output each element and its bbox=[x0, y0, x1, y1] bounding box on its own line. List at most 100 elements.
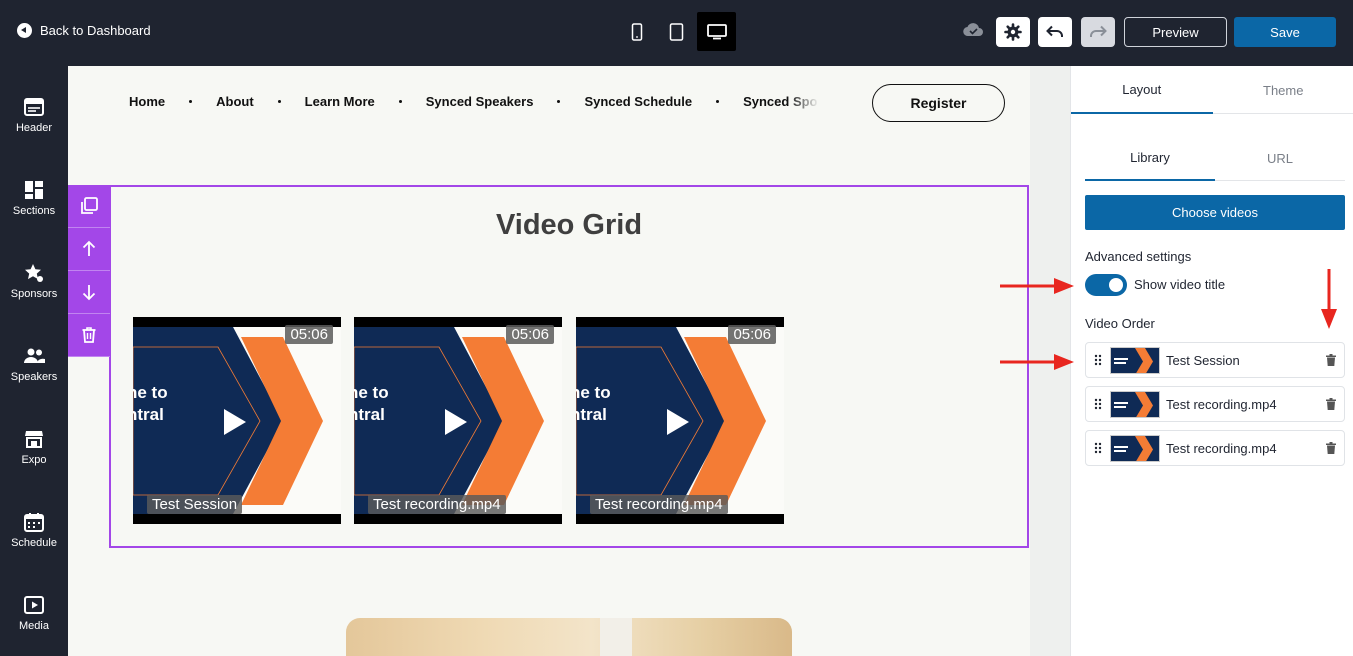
redo-icon bbox=[1090, 25, 1107, 37]
sidebar-label: Schedule bbox=[11, 537, 57, 549]
mobile-icon bbox=[631, 22, 642, 41]
video-title: Test recording.mp4 bbox=[368, 495, 506, 514]
register-button[interactable]: Register bbox=[872, 84, 1005, 122]
settings-panel: Layout Theme Library URL Choose videos A… bbox=[1070, 66, 1353, 656]
undo-button[interactable] bbox=[1038, 17, 1072, 47]
schedule-icon bbox=[24, 513, 44, 532]
arrow-up-icon bbox=[82, 240, 96, 256]
annotation-arrow-right bbox=[1000, 278, 1074, 294]
save-button[interactable]: Save bbox=[1234, 17, 1336, 47]
nav-synced-speakers[interactable]: Synced Speakers bbox=[426, 94, 534, 109]
sidebar-item-sponsors[interactable]: Sponsors bbox=[0, 262, 68, 300]
video-duration: 05:06 bbox=[728, 325, 776, 344]
nav-separator bbox=[557, 100, 561, 103]
drag-handle-icon[interactable] bbox=[1086, 442, 1110, 454]
sidebar-item-expo[interactable]: Expo bbox=[0, 428, 68, 466]
undo-icon bbox=[1046, 25, 1063, 37]
sidebar-item-header[interactable]: Header bbox=[0, 96, 68, 134]
back-label: Back to Dashboard bbox=[40, 23, 151, 38]
cloud-saved-icon bbox=[963, 23, 983, 37]
nav-separator bbox=[398, 100, 402, 103]
nav-synced-schedule[interactable]: Synced Schedule bbox=[584, 94, 692, 109]
block-toolbar bbox=[68, 185, 110, 357]
video-duration: 05:06 bbox=[506, 325, 554, 344]
tab-layout[interactable]: Layout bbox=[1071, 66, 1213, 114]
trash-icon bbox=[1326, 398, 1336, 410]
tab-theme[interactable]: Theme bbox=[1213, 66, 1353, 114]
page-preview: Home About Learn More Synced Speakers Sy… bbox=[68, 66, 1030, 656]
move-down-button[interactable] bbox=[68, 271, 110, 314]
back-to-dashboard-link[interactable]: Back to Dashboard bbox=[17, 23, 151, 38]
preview-button[interactable]: Preview bbox=[1124, 17, 1227, 47]
video-thumbnail bbox=[1110, 346, 1160, 374]
remove-video-button[interactable] bbox=[1318, 354, 1344, 366]
annotation-arrow-right bbox=[1000, 354, 1074, 370]
desktop-view-button[interactable] bbox=[697, 12, 736, 51]
block-title: Video Grid bbox=[495, 209, 643, 241]
sidebar-item-sections[interactable]: Sections bbox=[0, 179, 68, 217]
video-overlay-text: ne tontral bbox=[576, 383, 611, 424]
nav-separator bbox=[716, 100, 720, 103]
video-tile[interactable]: ne tontral 05:06 Test Session bbox=[133, 317, 341, 524]
video-overlay-text: ne tontral bbox=[133, 383, 168, 424]
trash-icon bbox=[1326, 442, 1336, 454]
sidebar-label: Header bbox=[15, 122, 53, 134]
video-order-item[interactable]: Test Session bbox=[1085, 342, 1345, 378]
nav-synced-sponsors[interactable]: Synced Spo bbox=[743, 94, 819, 109]
delete-block-button[interactable] bbox=[68, 314, 110, 357]
panel-tabs: Layout Theme bbox=[1071, 66, 1353, 114]
show-video-title-toggle[interactable] bbox=[1085, 274, 1127, 296]
annotation-arrow-down bbox=[1321, 269, 1337, 329]
video-order-item[interactable]: Test recording.mp4 bbox=[1085, 386, 1345, 422]
arrow-down-icon bbox=[82, 285, 96, 301]
speakers-icon bbox=[24, 348, 45, 363]
sidebar-item-schedule[interactable]: Schedule bbox=[0, 511, 68, 549]
sidebar-label: Expo bbox=[21, 454, 47, 466]
remove-video-button[interactable] bbox=[1318, 398, 1344, 410]
desktop-icon bbox=[706, 23, 727, 39]
tablet-view-button[interactable] bbox=[657, 12, 696, 51]
video-order-heading: Video Order bbox=[1085, 316, 1155, 331]
nav-separator bbox=[277, 100, 281, 103]
sidebar-label: Speakers bbox=[10, 371, 58, 383]
video-duration: 05:06 bbox=[285, 325, 333, 344]
sidebar-label: Sections bbox=[12, 205, 56, 217]
move-up-button[interactable] bbox=[68, 228, 110, 271]
nav-home[interactable]: Home bbox=[129, 94, 165, 109]
hero-image bbox=[346, 618, 792, 656]
mobile-view-button[interactable] bbox=[617, 12, 656, 51]
nav-learn-more[interactable]: Learn More bbox=[305, 94, 375, 109]
settings-button[interactable] bbox=[996, 17, 1030, 47]
choose-videos-button[interactable]: Choose videos bbox=[1085, 195, 1345, 230]
editor-canvas: Home About Learn More Synced Speakers Sy… bbox=[68, 66, 1070, 656]
drag-handle-icon[interactable] bbox=[1086, 398, 1110, 410]
video-order-name: Test recording.mp4 bbox=[1166, 440, 1277, 456]
tab-library[interactable]: Library bbox=[1085, 136, 1215, 181]
redo-button[interactable] bbox=[1081, 17, 1115, 47]
video-tile[interactable]: ne tontral 05:06 Test recording.mp4 bbox=[354, 317, 562, 524]
remove-video-button[interactable] bbox=[1318, 442, 1344, 454]
nav-separator bbox=[189, 100, 193, 103]
nav-about[interactable]: About bbox=[216, 94, 254, 109]
sidebar-item-speakers[interactable]: Speakers bbox=[0, 345, 68, 383]
source-tabs: Library URL bbox=[1085, 136, 1345, 181]
sidebar-item-media[interactable]: Media bbox=[0, 594, 68, 632]
media-icon bbox=[24, 596, 44, 614]
left-sidebar: Header Sections Sponsors Speakers Expo S… bbox=[0, 66, 68, 656]
duplicate-block-button[interactable] bbox=[68, 185, 110, 228]
video-order-name: Test recording.mp4 bbox=[1166, 396, 1277, 412]
tab-url[interactable]: URL bbox=[1215, 136, 1345, 181]
tablet-icon bbox=[669, 22, 684, 41]
drag-handle-icon[interactable] bbox=[1086, 354, 1110, 366]
site-nav: Home About Learn More Synced Speakers Sy… bbox=[129, 94, 819, 109]
sponsors-icon bbox=[25, 264, 43, 282]
sidebar-label: Sponsors bbox=[10, 288, 58, 300]
video-order-item[interactable]: Test recording.mp4 bbox=[1085, 430, 1345, 466]
video-title: Test recording.mp4 bbox=[590, 495, 728, 514]
video-order-name: Test Session bbox=[1166, 352, 1240, 368]
show-video-title-label: Show video title bbox=[1134, 277, 1226, 292]
advanced-settings-heading: Advanced settings bbox=[1085, 249, 1192, 264]
video-tile[interactable]: ne tontral 05:06 Test recording.mp4 bbox=[576, 317, 784, 524]
top-bar: Back to Dashboard Preview Save bbox=[0, 0, 1353, 66]
trash-icon bbox=[82, 327, 96, 343]
